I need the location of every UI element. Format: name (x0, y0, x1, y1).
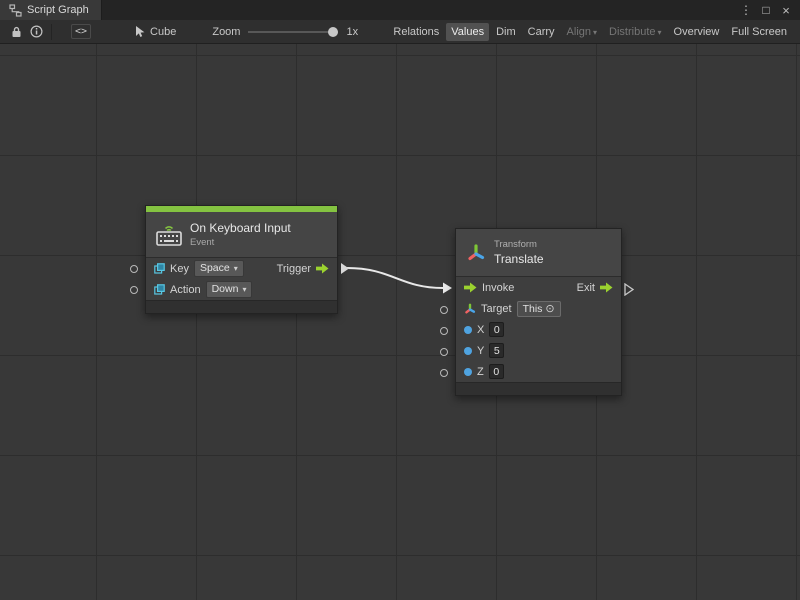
exit-flow-arrow-icon (600, 282, 613, 293)
wire-layer (0, 44, 800, 600)
toolbar-separator (51, 24, 52, 40)
transform-icon (466, 243, 486, 263)
window-controls: ⋮ □ × (738, 0, 800, 20)
target-port-row: Target This ⊙ (456, 298, 621, 319)
key-input-port[interactable] (130, 265, 138, 273)
lock-icon[interactable] (6, 23, 26, 41)
node-title: Translate (494, 252, 544, 266)
align-dropdown-button[interactable]: Align▾ (562, 23, 602, 41)
node-on-keyboard-input[interactable]: On Keyboard Input Event Key Space ▾ Tr (145, 205, 338, 314)
node-header[interactable]: Transform Translate (456, 229, 621, 277)
invoke-port-row: Invoke Exit (456, 277, 621, 298)
chevron-down-icon: ▾ (593, 28, 597, 37)
chevron-down-icon: ▾ (658, 28, 662, 37)
node-subtitle: Event (190, 237, 291, 248)
x-port-row: X 0 (456, 319, 621, 340)
trigger-label: Trigger (277, 263, 311, 275)
zoom-slider-knob[interactable] (328, 27, 338, 37)
graph-canvas[interactable]: On Keyboard Input Event Key Space ▾ Tr (0, 44, 800, 600)
transform-type-icon (464, 303, 476, 315)
node-footer (146, 300, 337, 313)
zoom-slider[interactable] (248, 26, 338, 38)
y-value-field[interactable]: 5 (489, 343, 504, 358)
tab-script-graph[interactable]: Script Graph (0, 0, 102, 20)
toolbar-buttons: Relations Values Dim Carry Align▾ Distri… (388, 23, 794, 41)
relations-button[interactable]: Relations (388, 23, 444, 41)
x-label: X (477, 324, 484, 336)
z-label: Z (477, 366, 484, 378)
fullscreen-button[interactable]: Full Screen (726, 23, 792, 41)
values-button[interactable]: Values (446, 23, 489, 41)
keycode-type-icon (154, 263, 165, 274)
action-input-port[interactable] (130, 286, 138, 294)
pointer-icon (133, 23, 146, 41)
target-label: Target (481, 303, 512, 315)
trigger-output-port[interactable] (340, 262, 350, 275)
close-icon[interactable]: × (778, 3, 794, 18)
graph-owner-label: Cube (150, 26, 176, 38)
code-preview-icon[interactable]: <> (71, 24, 91, 39)
invoke-flow-arrow-icon (464, 282, 477, 293)
y-port-row: Y 5 (456, 340, 621, 361)
x-value-field[interactable]: 0 (489, 322, 504, 337)
value-port-dot-icon (464, 368, 472, 376)
graph-tab-icon (8, 3, 22, 17)
tab-title: Script Graph (27, 4, 89, 16)
graph-toolbar: <> Cube Zoom 1x Relations Values Dim Car… (0, 20, 800, 44)
distribute-dropdown-button[interactable]: Distribute▾ (604, 23, 666, 41)
action-port-row: Action Down ▾ (146, 279, 337, 300)
dim-button[interactable]: Dim (491, 23, 521, 41)
self-target-icon: ⊙ (545, 302, 554, 315)
graph-owner: Cube (133, 23, 176, 41)
overview-button[interactable]: Overview (669, 23, 725, 41)
invoke-label: Invoke (482, 282, 514, 294)
maximize-icon[interactable]: □ (758, 3, 774, 17)
z-value-field[interactable]: 0 (489, 364, 504, 379)
node-header[interactable]: On Keyboard Input Event (146, 212, 337, 258)
key-label: Key (170, 263, 189, 275)
connection-wire-trigger-to-invoke[interactable] (347, 268, 443, 288)
z-port-row: Z 0 (456, 361, 621, 382)
target-input-port[interactable] (440, 306, 448, 314)
y-label: Y (477, 345, 484, 357)
zoom-value: 1x (346, 26, 358, 38)
action-label: Action (170, 284, 201, 296)
titlebar: Script Graph ⋮ □ × (0, 0, 800, 20)
node-title: On Keyboard Input (190, 221, 291, 235)
exit-output-port[interactable] (624, 283, 634, 296)
node-footer (456, 382, 621, 395)
node-category: Transform (494, 239, 544, 250)
exit-label: Exit (577, 282, 595, 294)
window-menu-icon[interactable]: ⋮ (738, 3, 754, 17)
z-input-port[interactable] (440, 369, 448, 377)
keycode-type-icon (154, 284, 165, 295)
y-input-port[interactable] (440, 348, 448, 356)
zoom-label: Zoom (212, 26, 240, 38)
trigger-flow-arrow-icon (316, 263, 329, 274)
zoom-slider-track[interactable] (248, 31, 338, 33)
wire-arrowhead-icon (443, 283, 452, 294)
chevron-down-icon: ▾ (234, 262, 238, 275)
keyboard-icon (156, 223, 182, 247)
action-dropdown[interactable]: Down ▾ (206, 281, 253, 298)
key-dropdown[interactable]: Space ▾ (194, 260, 244, 277)
carry-button[interactable]: Carry (523, 23, 560, 41)
script-graph-window: Script Graph ⋮ □ × <> (0, 0, 800, 600)
value-port-dot-icon (464, 347, 472, 355)
info-icon[interactable] (26, 23, 46, 41)
zoom-control: Zoom 1x (212, 26, 358, 38)
x-input-port[interactable] (440, 327, 448, 335)
target-value-chip[interactable]: This ⊙ (517, 301, 561, 317)
node-transform-translate[interactable]: Transform Translate Invoke Exit (455, 228, 622, 396)
chevron-down-icon: ▾ (242, 283, 246, 296)
value-port-dot-icon (464, 326, 472, 334)
key-port-row: Key Space ▾ Trigger (146, 258, 337, 279)
